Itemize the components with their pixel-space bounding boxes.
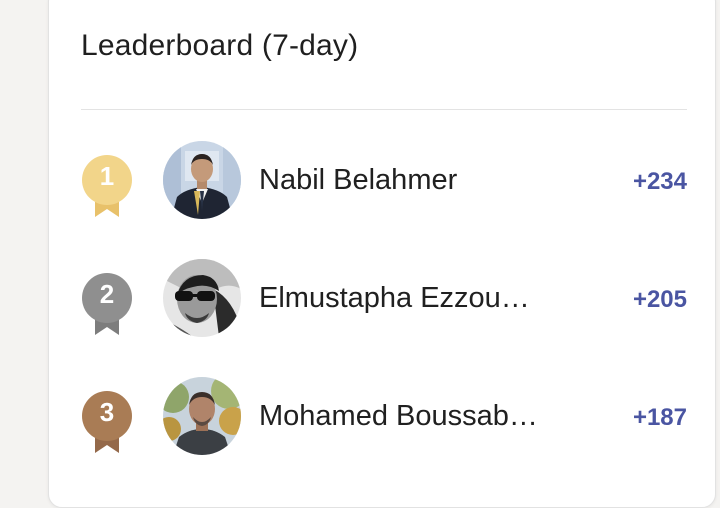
avatar[interactable] xyxy=(163,259,241,337)
rank-number: 1 xyxy=(99,161,115,191)
user-name[interactable]: Elmustapha Ezzou… xyxy=(259,282,530,315)
user-name[interactable]: Nabil Belahmer xyxy=(259,164,457,197)
leaderboard-row[interactable]: 2 Elmustapha Ezzou… +205 xyxy=(49,259,717,339)
rank-number: 3 xyxy=(99,397,115,427)
divider xyxy=(81,109,687,110)
rank-medal-icon: 2 xyxy=(81,273,133,335)
avatar[interactable] xyxy=(163,377,241,455)
card-title: Leaderboard (7-day) xyxy=(81,29,359,62)
avatar[interactable] xyxy=(163,141,241,219)
leaderboard-row[interactable]: 3 Mohamed Boussab… +187 xyxy=(49,377,717,457)
score-value: +187 xyxy=(632,404,687,431)
user-name[interactable]: Mohamed Boussab… xyxy=(259,400,538,433)
leaderboard-card: Leaderboard (7-day) 1 Nabil Belahmer +23… xyxy=(48,0,716,508)
rank-medal-icon: 3 xyxy=(81,391,133,453)
rank-medal-icon: 1 xyxy=(81,155,133,217)
leaderboard-row[interactable]: 1 Nabil Belahmer +234 xyxy=(49,141,717,221)
score-value: +205 xyxy=(632,286,687,313)
rank-number: 2 xyxy=(99,279,115,309)
score-value: +234 xyxy=(632,168,687,195)
